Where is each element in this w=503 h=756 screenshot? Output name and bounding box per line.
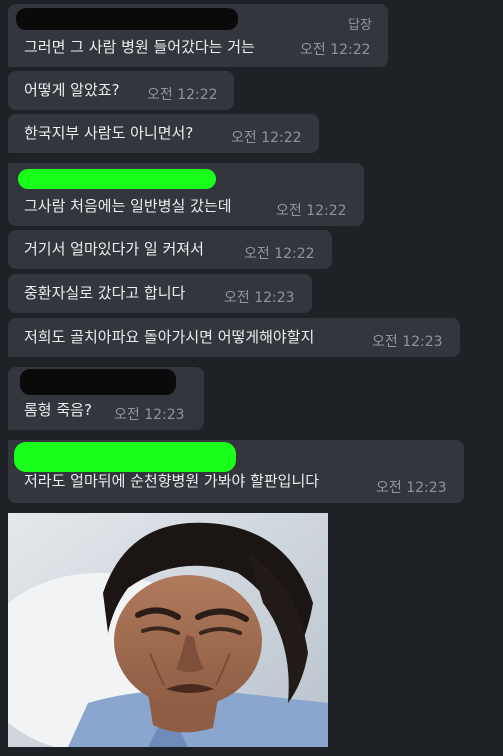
grimacing-man-image [8, 513, 328, 747]
message-text: 롬형 죽음? [24, 401, 92, 419]
message-bubble[interactable]: 저라도 얼마뒤에 순천향병원 가봐야 할판입니다 오전 12:23 [8, 440, 464, 503]
message-text: 저희도 골치아파요 돌아가시면 어떻게해야할지 [24, 328, 315, 346]
message-text: 거기서 얼마있다가 일 커져서 [24, 240, 204, 258]
message-bubble[interactable]: 거기서 얼마있다가 일 커져서 오전 12:22 [8, 230, 332, 269]
message-bubble[interactable]: 저희도 골치아파요 돌아가시면 어떻게해야할지 오전 12:23 [8, 318, 460, 357]
redacted-sender-name [18, 169, 216, 189]
message-time: 오전 12:23 [372, 334, 443, 350]
message-time: 오전 12:22 [147, 87, 218, 103]
message-text: 한국지부 사람도 아니면서? [24, 124, 194, 142]
photo-message[interactable] [8, 513, 328, 747]
message-text: 저라도 얼마뒤에 순천향병원 가봐야 할판입니다 [24, 472, 320, 490]
message-time: 오전 12:22 [276, 203, 347, 219]
redacted-sender-name [16, 8, 238, 30]
redacted-sender-name [20, 369, 176, 395]
message-bubble[interactable]: 그사람 처음에는 일반병실 갔는데 오전 12:22 [8, 163, 364, 226]
reply-button[interactable]: 답장 [348, 14, 372, 33]
message-text: 그사람 처음에는 일반병실 갔는데 [24, 197, 232, 215]
message-bubble[interactable]: 어떻게 알았죠? 오전 12:22 [8, 71, 234, 110]
message-text: 그러면 그 사람 병원 들어갔다는 거는 [24, 38, 255, 56]
message-time: 오전 12:22 [231, 130, 302, 146]
message-bubble[interactable]: 한국지부 사람도 아니면서? 오전 12:22 [8, 114, 319, 153]
message-text: 어떻게 알았죠? [24, 81, 120, 99]
redacted-sender-name [14, 442, 236, 472]
message-text: 중환자실로 갔다고 합니다 [24, 284, 186, 302]
message-time: 오전 12:22 [244, 246, 315, 262]
message-time: 오전 12:23 [114, 407, 185, 423]
message-time: 오전 12:22 [300, 42, 371, 58]
message-time: 오전 12:23 [376, 480, 447, 496]
message-time: 오전 12:23 [224, 290, 295, 306]
message-bubble[interactable]: 답장 그러면 그 사람 병원 들어갔다는 거는 오전 12:22 [8, 4, 388, 67]
message-bubble[interactable]: 중환자실로 갔다고 합니다 오전 12:23 [8, 274, 312, 313]
message-bubble[interactable]: 롬형 죽음? 오전 12:23 [8, 367, 204, 430]
